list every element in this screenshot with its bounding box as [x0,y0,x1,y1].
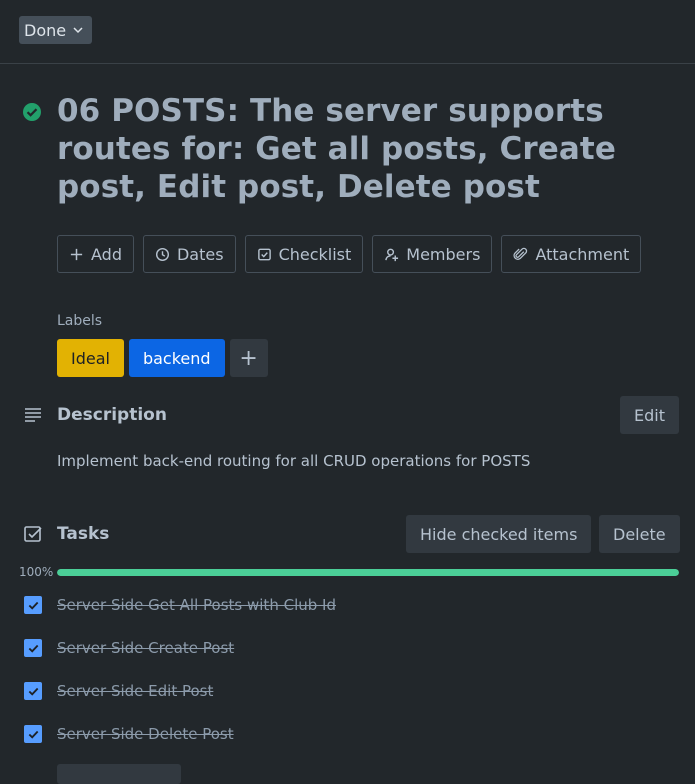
edit-description-button[interactable]: Edit [620,396,679,434]
checklist-item[interactable]: Server Side Delete Post [24,723,234,745]
checklist-item-text[interactable]: Server Side Get All Posts with Club Id [57,596,336,614]
progress-bar [57,569,679,576]
add-button-label: Add [91,244,122,264]
card-header-bar: Done [0,0,695,64]
delete-checklist-button[interactable]: Delete [599,515,680,553]
checklist-item[interactable]: Server Side Create Post [24,637,234,659]
checklist-item-text[interactable]: Server Side Create Post [57,639,234,657]
progress-bar-fill [57,569,679,576]
plus-icon [70,248,83,260]
check-icon [28,687,38,696]
checklist-item[interactable]: Server Side Edit Post [24,680,213,702]
dates-button[interactable]: Dates [142,235,236,273]
paperclip-icon [513,247,528,260]
card-title[interactable]: 06 POSTS: The server supports routes for… [57,92,677,206]
checklist-heading[interactable]: Tasks [57,524,109,544]
add-label-button[interactable]: + [229,339,268,377]
progress-percent: 100% [19,565,54,579]
checklist-icon [257,248,271,260]
members-button[interactable]: Members [372,235,493,273]
dates-button-label: Dates [176,244,224,264]
checklist-section-icon [24,526,42,542]
attachment-button[interactable]: Attachment [501,235,642,273]
description-heading: Description [57,405,167,425]
checklist-item[interactable]: Server Side Get All Posts with Club Id [24,594,336,616]
checkbox[interactable] [24,682,42,700]
check-icon [28,601,38,610]
add-item-button[interactable] [57,764,181,784]
members-button-label: Members [406,244,481,264]
chevron-down-icon [73,27,83,34]
hide-checked-button[interactable]: Hide checked items [406,515,592,553]
add-member-icon [385,248,399,261]
labels-heading: Labels [57,313,103,329]
label-chip-ideal[interactable]: Ideal [57,339,124,377]
list-status-dropdown[interactable]: Done [19,16,93,44]
checkbox[interactable] [24,725,42,743]
status-label: Done [24,20,67,40]
check-icon [28,730,38,739]
attachment-button-label: Attachment [535,244,630,264]
checklist-item-text[interactable]: Server Side Delete Post [57,725,234,743]
checkbox[interactable] [24,639,42,657]
add-button[interactable]: Add [57,235,134,273]
checklist-button-label: Checklist [278,244,352,264]
description-text[interactable]: Implement back-end routing for all CRUD … [57,452,530,470]
checklist-item-text[interactable]: Server Side Edit Post [57,682,213,700]
label-chip-backend[interactable]: backend [128,339,225,377]
clock-icon [155,247,169,261]
labels-list: Ideal backend + [57,339,268,377]
card-actions: Add Dates Checklist Members Attachment [57,235,642,273]
check-icon [28,644,38,653]
checkbox[interactable] [24,596,42,614]
description-icon [25,408,41,422]
checklist-button[interactable]: Checklist [244,235,364,273]
complete-check-icon[interactable] [22,102,42,122]
